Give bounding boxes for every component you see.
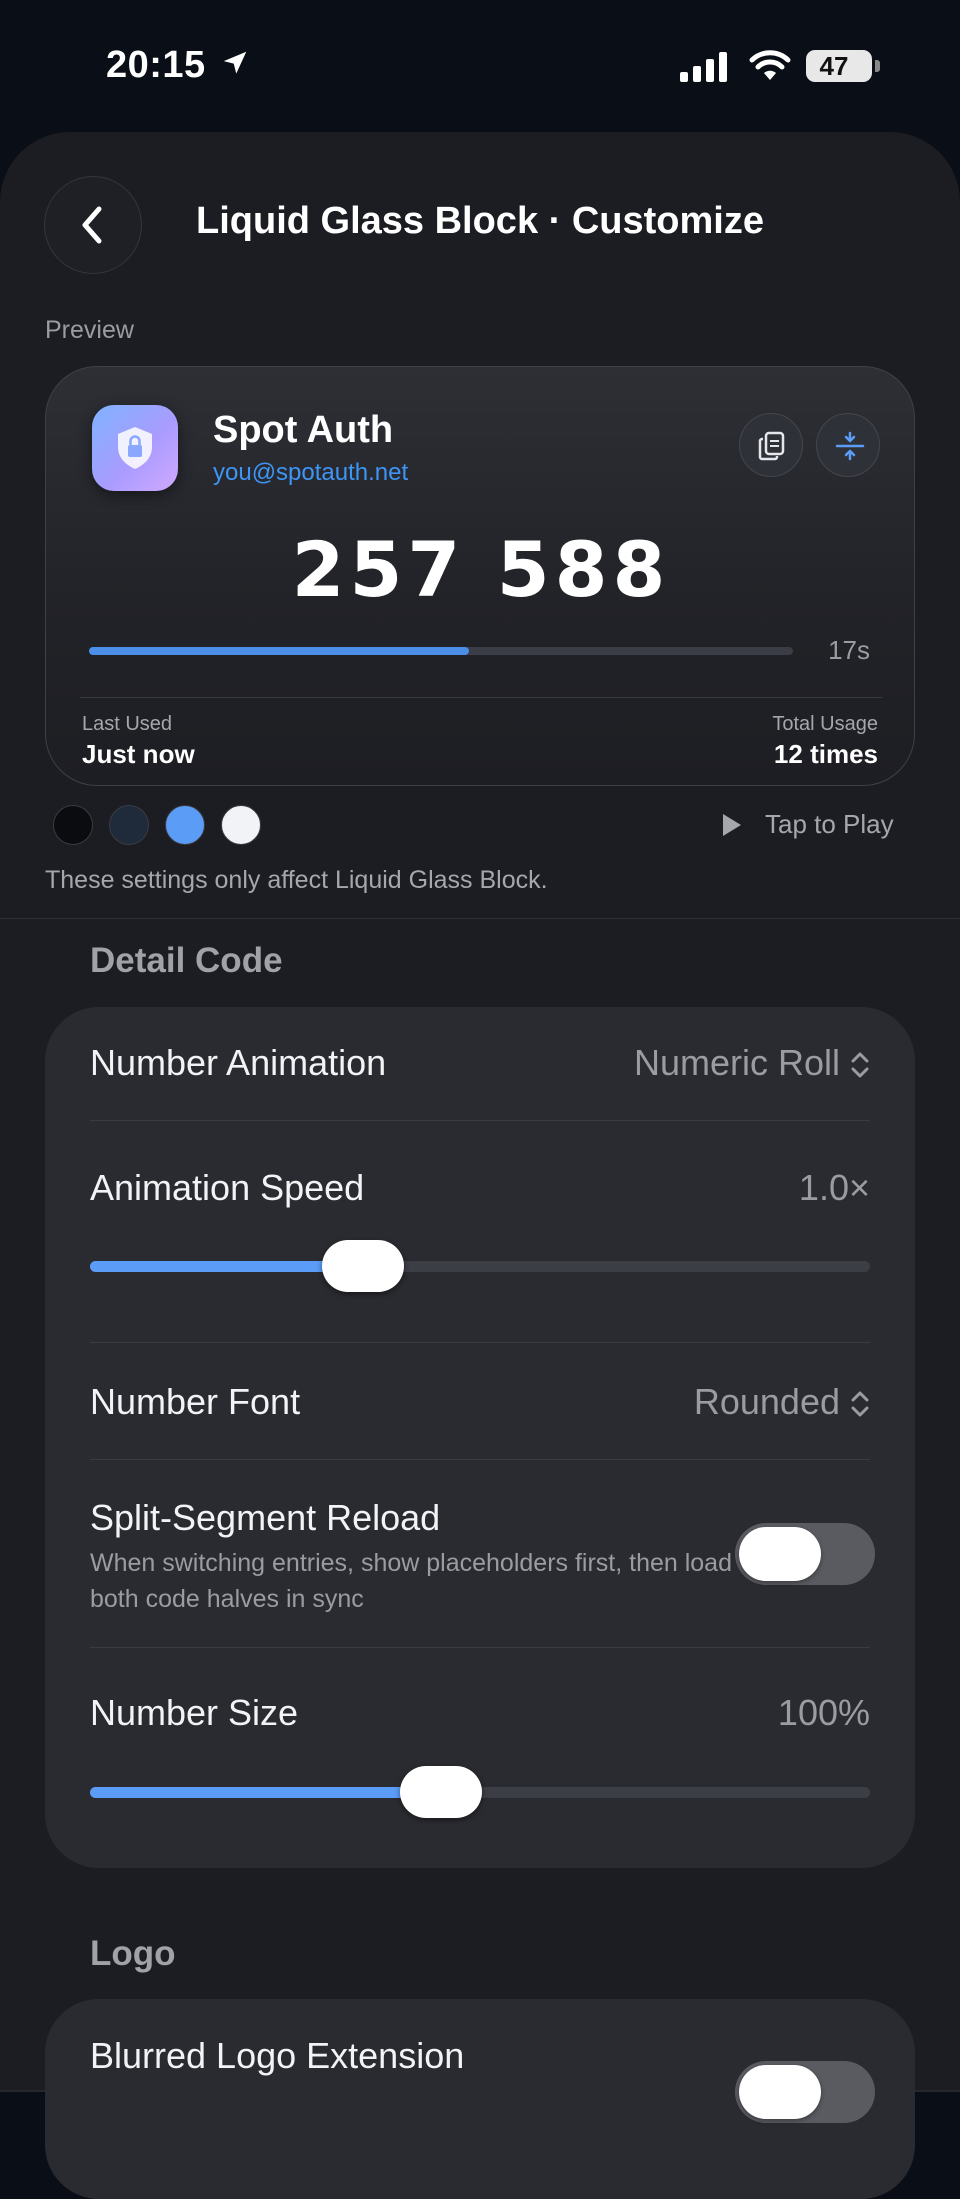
battery-level: 47 [819, 51, 849, 81]
toggle-knob [739, 1527, 821, 1581]
preview-label: Preview [45, 316, 134, 344]
last-used-value: Just now [82, 739, 195, 769]
split-segment-label: Split-Segment Reload [90, 1497, 441, 1538]
swatch-white[interactable] [221, 805, 261, 845]
countdown-progress [89, 647, 793, 655]
toggle-knob [739, 2065, 821, 2119]
card-divider [80, 697, 882, 698]
number-font-value: Rounded [693, 1381, 840, 1422]
row-divider [90, 1459, 870, 1460]
blurred-logo-extension-label: Blurred Logo Extension [90, 2035, 465, 2076]
last-used-label: Last Used [82, 713, 173, 735]
page-title: Liquid Glass Block · Customize [196, 200, 764, 242]
logo-header: Logo [90, 1934, 176, 1973]
number-font-picker[interactable]: Rounded [694, 1381, 870, 1423]
split-segment-toggle[interactable] [735, 1523, 875, 1585]
total-usage-value: 12 times [773, 739, 878, 769]
number-animation-value: Numeric Roll [633, 1042, 840, 1083]
settings-note: These settings only affect Liquid Glass … [45, 866, 548, 894]
animation-speed-value: 1.0× [798, 1167, 870, 1208]
back-button[interactable] [44, 176, 142, 274]
wifi-icon [749, 50, 791, 80]
split-segment-description: When switching entries, show placeholder… [90, 1549, 732, 1613]
app-icon [92, 405, 178, 491]
app-name: Spot Auth [213, 409, 394, 451]
swatch-blue[interactable] [165, 805, 205, 845]
swatch-black[interactable] [53, 805, 93, 845]
play-icon [723, 814, 741, 836]
countdown-progress-fill [89, 647, 470, 655]
detail-code-group: Number Animation Numeric Roll Animation … [45, 1007, 915, 1868]
row-divider [90, 1342, 870, 1343]
tap-to-play-label: Tap to Play [765, 809, 894, 839]
logo-group: Blurred Logo Extension [45, 1999, 915, 2199]
shield-lock-icon [118, 427, 152, 469]
chevron-left-icon [82, 206, 102, 244]
number-font-label: Number Font [90, 1381, 301, 1422]
status-time: 20:15 [106, 44, 206, 86]
cellular-signal-icon [680, 52, 727, 82]
chevron-up-down-icon [851, 1391, 869, 1417]
blurred-logo-extension-toggle[interactable] [735, 2061, 875, 2123]
copy-icon [758, 431, 785, 461]
number-size-slider-fill [90, 1787, 441, 1798]
battery-icon: 47 [806, 50, 880, 82]
split-icon [835, 431, 865, 461]
status-bar: 20:15 47 [0, 0, 960, 130]
number-size-label: Number Size [90, 1692, 299, 1733]
number-size-slider-knob[interactable] [400, 1766, 482, 1818]
section-divider [0, 918, 960, 919]
otp-code: 257 588 [291, 525, 671, 614]
split-button[interactable] [816, 413, 880, 477]
preview-card: Spot Auth you@spotauth.net 257 588 17s L… [45, 366, 915, 786]
animation-speed-slider-knob[interactable] [322, 1240, 404, 1292]
seconds-left: 17s [828, 635, 870, 665]
chevron-up-down-icon [851, 1052, 869, 1078]
number-animation-label: Number Animation [90, 1042, 387, 1083]
animation-speed-label: Animation Speed [90, 1167, 365, 1208]
swatch-navy[interactable] [109, 805, 149, 845]
total-usage-label: Total Usage [772, 713, 878, 735]
location-arrow-icon [223, 51, 247, 74]
number-size-slider[interactable] [90, 1766, 870, 1818]
number-animation-picker[interactable]: Numeric Roll [634, 1042, 870, 1084]
row-divider [90, 1647, 870, 1648]
account-email: you@spotauth.net [213, 459, 409, 486]
animation-speed-slider[interactable] [90, 1240, 870, 1292]
detail-code-header: Detail Code [90, 941, 283, 980]
number-size-value: 100% [777, 1692, 870, 1733]
row-divider [90, 1120, 870, 1121]
copy-button[interactable] [739, 413, 803, 477]
